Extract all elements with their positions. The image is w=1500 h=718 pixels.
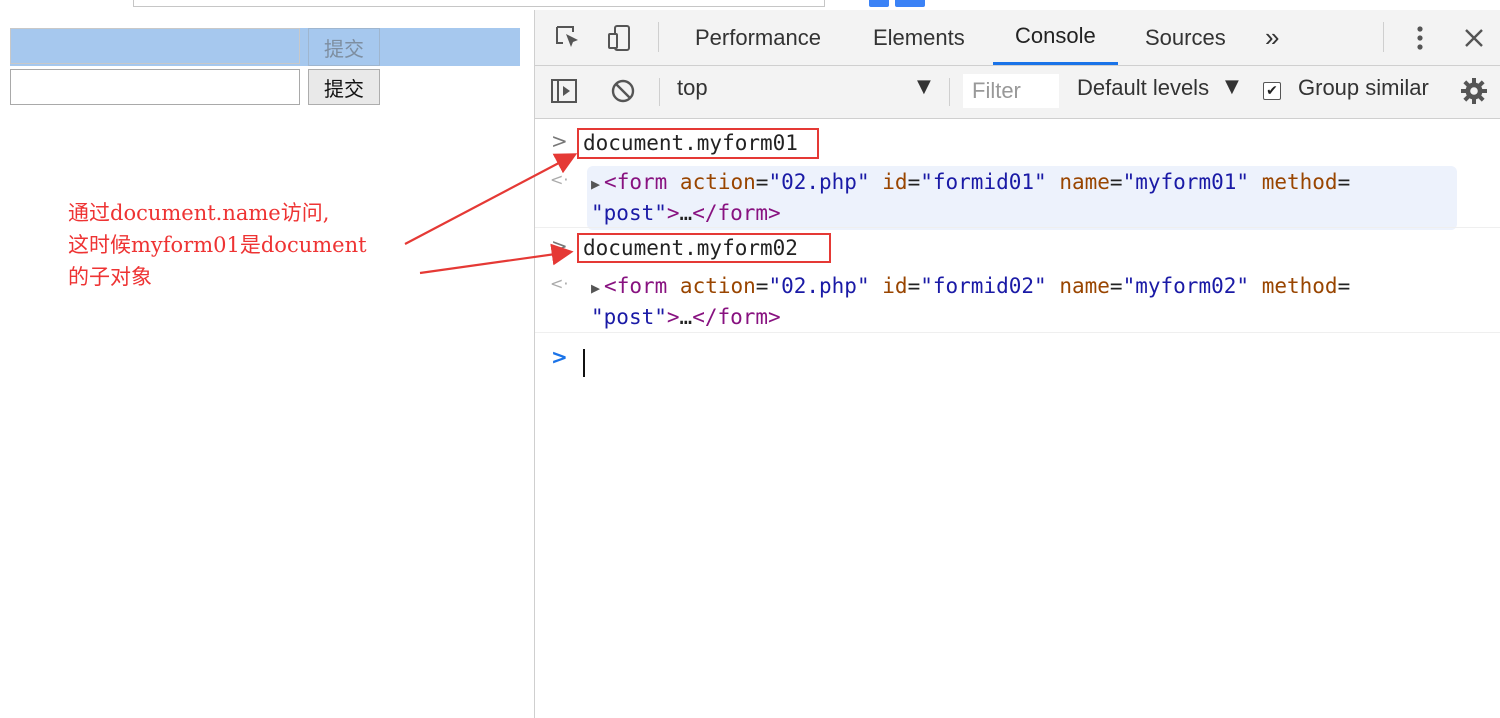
- devtools-tab-bar: Performance Elements Console Sources »: [535, 10, 1500, 66]
- console-output: > document.myform01 <· ▶ <form action="02…: [535, 119, 1500, 718]
- annotation-line-1: 通过document.name访问,: [68, 201, 330, 225]
- result-name: myform02: [1135, 274, 1237, 298]
- active-prompt-icon: >: [551, 345, 568, 369]
- extension-badge-2[interactable]: [895, 0, 925, 7]
- expand-triangle-icon[interactable]: ▶: [591, 279, 600, 297]
- console-settings-gear-icon[interactable]: [1459, 76, 1489, 106]
- result-method: post: [603, 201, 655, 225]
- console-entry: > document.myform01 <· ▶ <form action="02…: [535, 119, 1500, 230]
- submit-button-2[interactable]: 提交: [308, 69, 380, 105]
- sidebar-toggle-icon[interactable]: [549, 76, 579, 106]
- return-icon: <·: [550, 170, 569, 189]
- inspect-element-icon[interactable]: [553, 23, 583, 53]
- device-toolbar-icon[interactable]: [605, 23, 635, 53]
- entry-divider: [535, 332, 1500, 333]
- devtools-panel: Performance Elements Console Sources » t…: [534, 10, 1500, 718]
- highlight-box: [577, 128, 819, 159]
- more-tabs-icon[interactable]: »: [1265, 10, 1279, 65]
- console-entry: > document.myform02 <· ▶ <form action="02…: [535, 227, 1500, 331]
- console-input-caret[interactable]: [583, 349, 585, 377]
- tab-elements[interactable]: Elements: [873, 10, 965, 65]
- browser-top-strip: [0, 0, 1500, 10]
- context-selector[interactable]: top: [677, 75, 708, 101]
- tab-console[interactable]: Console: [993, 10, 1118, 65]
- result-tag: form: [616, 274, 668, 298]
- result-id: formid02: [932, 274, 1035, 298]
- clear-console-icon[interactable]: [608, 76, 638, 106]
- text-input-2[interactable]: [10, 69, 300, 105]
- result-method: post: [603, 305, 655, 329]
- text-input-1[interactable]: [10, 28, 300, 64]
- context-dropdown-icon[interactable]: ▼: [917, 76, 931, 97]
- annotation-line-2: 这时候myform01是document: [68, 233, 367, 257]
- result-tag: form: [616, 170, 668, 194]
- annotation-note: 通过document.name访问, 这时候myform01是document …: [68, 197, 367, 293]
- form-myform01: 提交: [10, 28, 520, 66]
- group-similar-checkbox[interactable]: ✔: [1263, 82, 1281, 100]
- input-prompt-icon: >: [551, 234, 568, 258]
- highlight-box: [577, 233, 831, 263]
- console-toolbar: top ▼ Filter Default levels ▼ ✔ Group si…: [535, 66, 1500, 119]
- return-icon: <·: [550, 274, 569, 293]
- address-bar[interactable]: [133, 0, 825, 7]
- annotation-line-3: 的子对象: [68, 265, 152, 289]
- close-icon[interactable]: [1459, 23, 1489, 53]
- extension-badge-1[interactable]: [869, 0, 889, 7]
- form-myform02: 提交: [10, 69, 380, 105]
- input-prompt-icon: >: [551, 129, 568, 153]
- result-name: myform01: [1135, 170, 1237, 194]
- result-action: 02.php: [781, 274, 857, 298]
- submit-button-1[interactable]: 提交: [308, 28, 380, 66]
- tab-separator: [658, 22, 659, 52]
- toolbar-separator: [659, 78, 660, 106]
- expand-triangle-icon[interactable]: ▶: [591, 175, 600, 193]
- console-result[interactable]: ▶ <form action="02.php" id="formid01" nam…: [587, 166, 1457, 230]
- filter-input[interactable]: Filter: [963, 74, 1059, 108]
- kebab-menu-icon[interactable]: [1405, 23, 1435, 53]
- result-id: formid01: [932, 170, 1035, 194]
- log-levels-dropdown[interactable]: Default levels: [1077, 75, 1209, 101]
- result-action: 02.php: [781, 170, 857, 194]
- levels-dropdown-icon[interactable]: ▼: [1225, 76, 1239, 97]
- console-result[interactable]: ▶ <form action="02.php" id="formid02" nam…: [587, 270, 1457, 334]
- toolbar-separator-2: [949, 78, 950, 106]
- tab-sources[interactable]: Sources: [1145, 10, 1226, 65]
- tab-performance[interactable]: Performance: [695, 10, 821, 65]
- group-similar-label: Group similar: [1298, 75, 1429, 100]
- tab-separator-right: [1383, 22, 1384, 52]
- page-content: 提交 提交: [0, 10, 535, 718]
